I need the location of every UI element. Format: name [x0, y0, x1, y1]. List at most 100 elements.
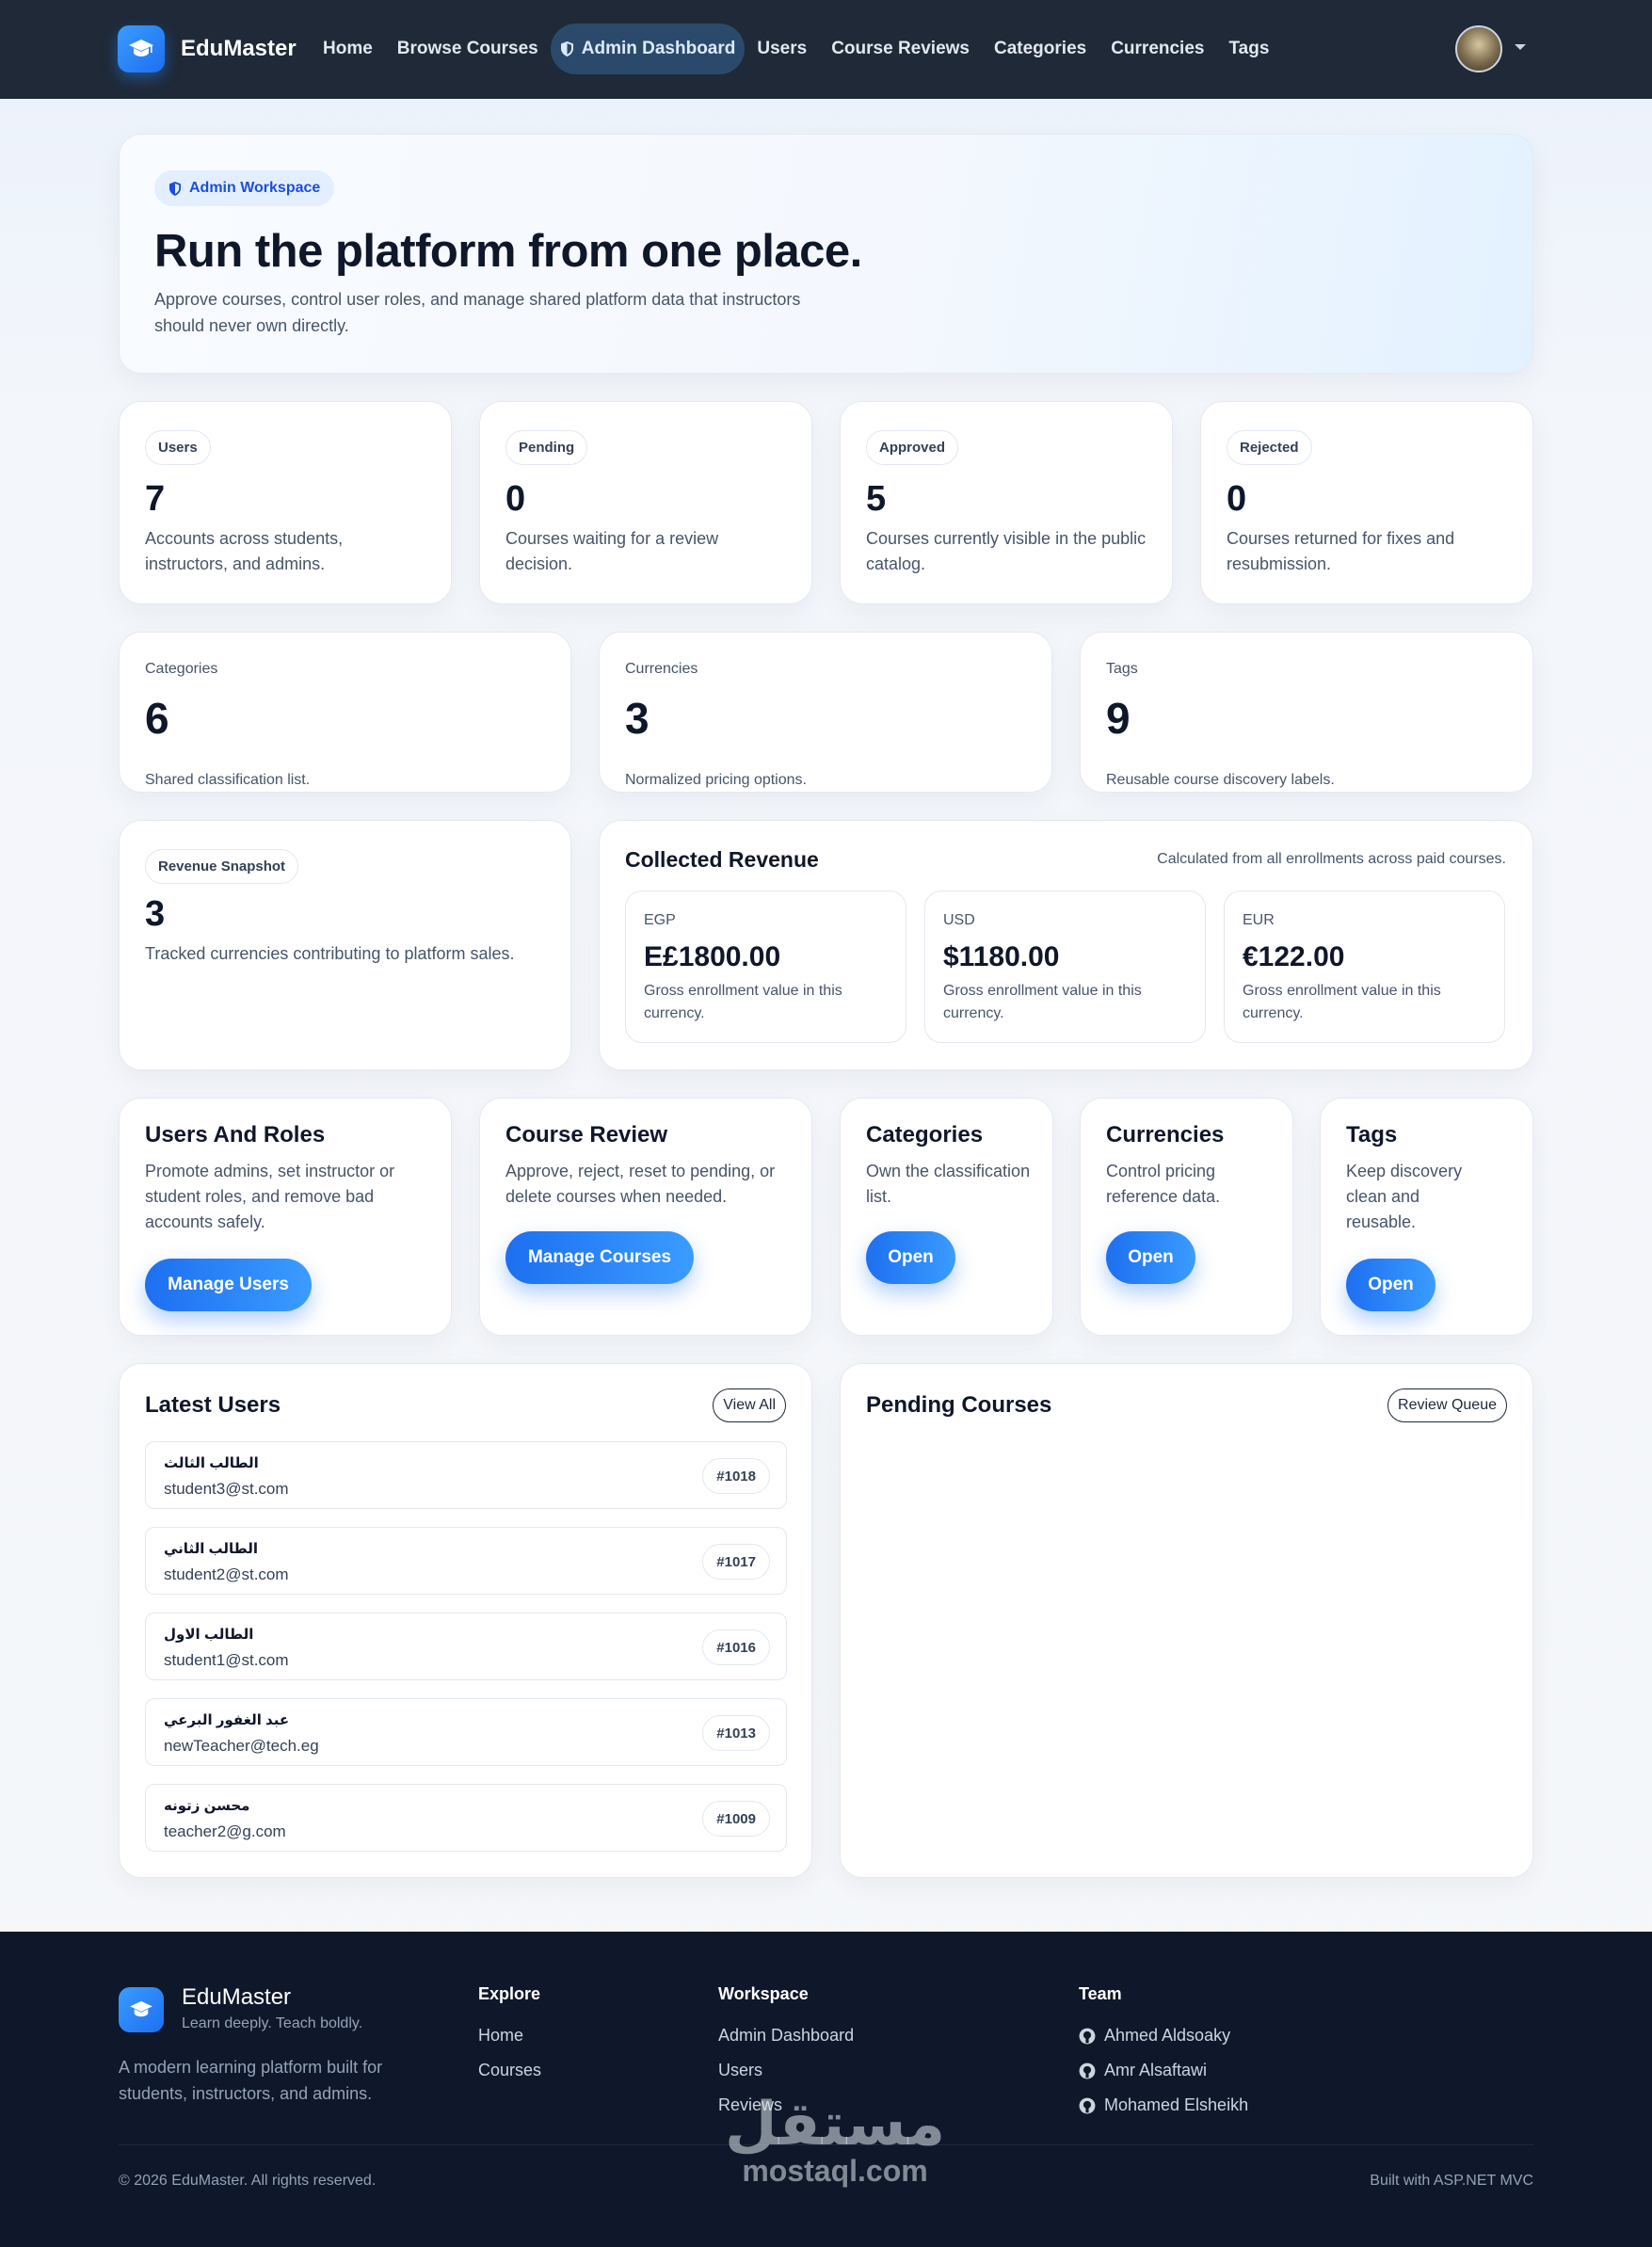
- footer-link-admin-dashboard[interactable]: Admin Dashboard: [718, 2026, 854, 2046]
- footer-link-users[interactable]: Users: [718, 2061, 762, 2080]
- nav-link-admin-dashboard[interactable]: Admin Dashboard: [550, 24, 746, 74]
- stat-card-users: Users 7 Accounts across students, instru…: [119, 401, 452, 604]
- nav-link-course-reviews[interactable]: Course Reviews: [819, 24, 982, 74]
- revenue-box-usd: USD $1180.00 Gross enrollment value in t…: [924, 891, 1206, 1043]
- mini-stat-description: Normalized pricing options.: [625, 772, 807, 788]
- revenue-snapshot-card: Revenue Snapshot 3 Tracked currencies co…: [119, 820, 571, 1070]
- watermark-english: mostaql.com: [742, 2154, 928, 2188]
- mini-stat-tags: Tags 9 Reusable course discovery labels.: [1080, 632, 1533, 793]
- footer-team-member[interactable]: Amr Alsaftawi: [1079, 2061, 1207, 2080]
- list-item[interactable]: الطالب الثالث student3@st.com #1018: [145, 1441, 787, 1509]
- list-item[interactable]: الطالب الاول student1@st.com #1016: [145, 1613, 787, 1680]
- user-name: عبد الغفور البرعي: [164, 1712, 290, 1728]
- nav-links: Home Browse Courses Admin Dashboard User…: [311, 24, 1281, 74]
- pending-courses-card: Pending Courses Review Queue: [840, 1363, 1533, 1878]
- footer-team-member[interactable]: Mohamed Elsheikh: [1079, 2095, 1248, 2115]
- user-email: student3@st.com: [164, 1480, 289, 1498]
- action-card-tags: Tags Keep discovery clean and reusable. …: [1320, 1098, 1533, 1336]
- section-title: Latest Users: [145, 1392, 281, 1418]
- user-email: newTeacher@tech.eg: [164, 1737, 319, 1755]
- revenue-description: Gross enrollment value in this currency.: [1243, 983, 1441, 1021]
- section-title: Collected Revenue: [625, 847, 819, 872]
- watermark-arabic: مستقل: [725, 2090, 946, 2159]
- action-card-categories: Categories Own the classification list. …: [840, 1098, 1053, 1336]
- page-subtitle: Approve courses, control user roles, and…: [154, 290, 801, 335]
- stat-label: Pending: [505, 430, 588, 465]
- stat-value: 7: [145, 479, 166, 519]
- open-categories-button[interactable]: Open: [866, 1231, 955, 1284]
- action-description: Approve, reject, reset to pending, or de…: [505, 1162, 776, 1206]
- open-tags-button[interactable]: Open: [1346, 1259, 1435, 1311]
- revenue-box-eur: EUR €122.00 Gross enrollment value in th…: [1224, 891, 1505, 1043]
- action-title: Currencies: [1106, 1122, 1225, 1148]
- list-item[interactable]: الطالب الثاني student2@st.com #1017: [145, 1527, 787, 1595]
- badge-label: Admin Workspace: [189, 180, 321, 196]
- github-icon: [1079, 2062, 1096, 2079]
- mini-stat-label: Tags: [1106, 661, 1138, 677]
- stat-value: 0: [1227, 479, 1247, 519]
- hero-card: Admin Workspace Run the platform from on…: [119, 134, 1533, 374]
- graduation-cap-icon: [119, 1987, 164, 2032]
- brand-name: EduMaster: [181, 36, 297, 61]
- stat-description: Courses currently visible in the public …: [866, 529, 1147, 573]
- review-queue-button[interactable]: Review Queue: [1387, 1388, 1507, 1422]
- action-card-users: Users And Roles Promote admins, set inst…: [119, 1098, 452, 1336]
- revenue-amount: E£1800.00: [644, 941, 781, 972]
- stat-value: 0: [505, 479, 526, 519]
- currency-code: EUR: [1243, 912, 1275, 928]
- view-all-button[interactable]: View All: [713, 1388, 786, 1422]
- currency-code: EGP: [644, 912, 676, 928]
- team-member-name: Ahmed Aldsoaky: [1104, 2026, 1231, 2045]
- list-item[interactable]: عبد الغفور البرعي newTeacher@tech.eg #10…: [145, 1698, 787, 1766]
- nav-link-categories[interactable]: Categories: [982, 24, 1099, 74]
- action-description: Keep discovery clean and reusable.: [1346, 1162, 1463, 1231]
- stat-card-approved: Approved 5 Courses currently visible in …: [840, 401, 1173, 604]
- footer-tagline: Learn deeply. Teach boldly.: [182, 2015, 363, 2031]
- mini-stat-categories: Categories 6 Shared classification list.: [119, 632, 571, 793]
- manage-users-button[interactable]: Manage Users: [145, 1259, 312, 1311]
- github-icon: [1079, 2097, 1096, 2114]
- revenue-amount: $1180.00: [943, 941, 1060, 972]
- nav-link-tags[interactable]: Tags: [1216, 24, 1281, 74]
- user-id-badge: #1018: [702, 1458, 770, 1494]
- mini-stat-label: Currencies: [625, 661, 698, 677]
- user-avatar[interactable]: [1455, 25, 1502, 72]
- nav-link-currencies[interactable]: Currencies: [1099, 24, 1216, 74]
- footer-built-with: Built with ASP.NET MVC: [1370, 2173, 1533, 2189]
- nav-link-browse-courses[interactable]: Browse Courses: [385, 24, 551, 74]
- list-item[interactable]: محسن زتونه teacher2@g.com #1009: [145, 1784, 787, 1852]
- graduation-cap-icon: [118, 25, 165, 72]
- footer-team-title: Team: [1079, 1984, 1122, 2003]
- action-title: Tags: [1346, 1122, 1398, 1148]
- nav-link-label: Admin Dashboard: [581, 39, 736, 58]
- stat-description: Courses returned for fixes and resubmiss…: [1227, 529, 1455, 573]
- manage-courses-button[interactable]: Manage Courses: [505, 1231, 694, 1284]
- stat-label: Approved: [866, 430, 959, 465]
- top-navbar: EduMaster Home Browse Courses Admin Dash…: [0, 0, 1652, 99]
- stat-description: Tracked currencies contributing to platf…: [145, 944, 515, 963]
- action-title: Users And Roles: [145, 1122, 326, 1148]
- nav-link-home[interactable]: Home: [311, 24, 385, 74]
- user-email: student1@st.com: [164, 1651, 289, 1669]
- revenue-description: Gross enrollment value in this currency.: [943, 983, 1142, 1021]
- user-id-badge: #1009: [702, 1801, 770, 1837]
- chevron-down-icon[interactable]: [1515, 44, 1526, 50]
- footer-team-member[interactable]: Ahmed Aldsoaky: [1079, 2026, 1230, 2046]
- stat-card-rejected: Rejected 0 Courses returned for fixes an…: [1200, 401, 1533, 604]
- stat-description: Accounts across students, instructors, a…: [145, 529, 344, 573]
- mini-stat-value: 9: [1106, 694, 1131, 743]
- open-currencies-button[interactable]: Open: [1106, 1231, 1195, 1284]
- mini-stat-description: Reusable course discovery labels.: [1106, 772, 1335, 788]
- action-title: Categories: [866, 1122, 984, 1148]
- shield-icon: [168, 181, 182, 197]
- action-description: Promote admins, set instructor or studen…: [145, 1162, 395, 1231]
- footer-link-courses[interactable]: Courses: [478, 2061, 541, 2080]
- nav-link-users[interactable]: Users: [745, 24, 819, 74]
- footer-link-home[interactable]: Home: [478, 2026, 523, 2046]
- team-member-name: Amr Alsaftawi: [1104, 2061, 1208, 2079]
- user-id-badge: #1017: [702, 1544, 770, 1580]
- user-id-badge: #1016: [702, 1629, 770, 1665]
- user-name: الطالب الثاني: [164, 1541, 259, 1557]
- footer-workspace-title: Workspace: [718, 1984, 809, 2003]
- brand-link[interactable]: EduMaster: [118, 25, 297, 72]
